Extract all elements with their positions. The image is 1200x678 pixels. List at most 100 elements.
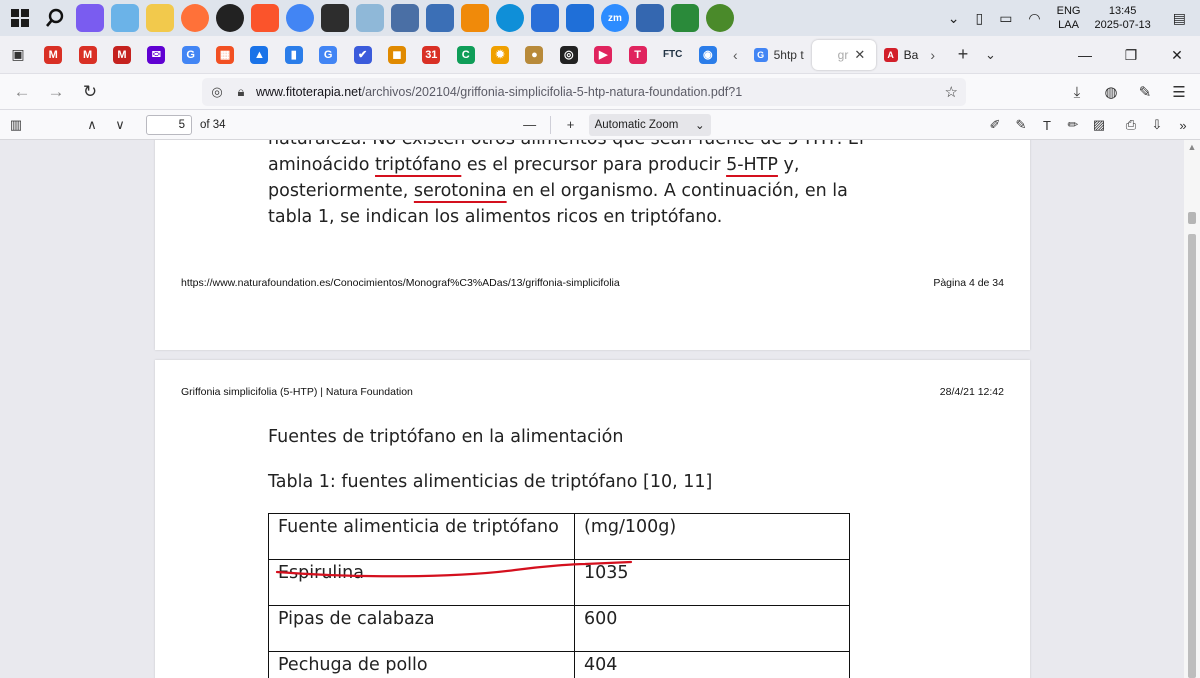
- remote-icon[interactable]: [636, 4, 664, 32]
- chrome-icon[interactable]: [286, 4, 314, 32]
- menu-icon[interactable]: ☰: [1162, 83, 1196, 101]
- extensions-icon[interactable]: ✎: [1128, 83, 1162, 101]
- address-bar[interactable]: ◎ 🔒︎ www.fitoterapia.net/archivos/202104…: [202, 78, 966, 106]
- google-bookmark-1[interactable]: G: [181, 45, 200, 64]
- google-bookmark-2[interactable]: G: [319, 45, 338, 64]
- notifications-icon[interactable]: ▤: [1173, 10, 1186, 27]
- sun-bookmark[interactable]: ✹: [491, 45, 510, 64]
- gmail-bookmark-1[interactable]: M: [44, 45, 63, 64]
- gmail-bookmark-2[interactable]: M: [78, 45, 97, 64]
- text-tool-icon[interactable]: T: [1034, 118, 1060, 133]
- battery-icon[interactable]: ▭: [999, 10, 1012, 27]
- list-tabs-icon[interactable]: ⌄: [985, 47, 996, 63]
- highlight-icon[interactable]: ✎: [1008, 117, 1034, 133]
- clock[interactable]: 13:45 2025-07-13: [1094, 4, 1150, 32]
- firefox-icon[interactable]: [181, 4, 209, 32]
- phone-link-icon[interactable]: ▯: [975, 10, 983, 27]
- page-number-input[interactable]: 5: [146, 114, 192, 135]
- yahoo-mail-bookmark[interactable]: ✉: [147, 45, 166, 64]
- image-icon[interactable]: ▨: [1086, 117, 1112, 133]
- text-run: aminoácido: [268, 155, 376, 175]
- tab-active-pdf[interactable]: gr ✕: [811, 39, 876, 70]
- lock-icon[interactable]: 🔒︎: [232, 84, 250, 100]
- ftc-bookmark[interactable]: FTC: [663, 46, 682, 64]
- copilot-icon[interactable]: [76, 4, 104, 32]
- new-tab-icon[interactable]: +: [949, 44, 977, 65]
- reload-icon[interactable]: ↻: [74, 76, 106, 108]
- wifi-icon[interactable]: ◠: [1028, 10, 1040, 27]
- footer-page-number: Pàgina 4 de 34: [933, 277, 1004, 289]
- zoom-icon[interactable]: zm: [601, 4, 629, 32]
- paint-icon[interactable]: [111, 4, 139, 32]
- zoom-in-icon[interactable]: +: [557, 117, 585, 132]
- clock-time: 13:45: [1108, 5, 1137, 17]
- downloads-icon[interactable]: ⤓: [1060, 84, 1094, 101]
- print-icon[interactable]: ⎙: [1118, 117, 1144, 133]
- sidebar-toggle-icon[interactable]: ▥: [2, 117, 30, 133]
- scroll-thumb[interactable]: [1188, 234, 1196, 678]
- openai-bookmark[interactable]: ◎: [559, 45, 578, 64]
- earth-bookmark[interactable]: ◉: [698, 45, 717, 64]
- calendar-bookmark[interactable]: 31: [422, 45, 441, 64]
- lang-code: ENG: [1056, 5, 1081, 17]
- tabs-scroll-right-icon[interactable]: ›: [930, 47, 935, 63]
- minimize-icon[interactable]: —: [1062, 47, 1108, 63]
- network-icon[interactable]: [426, 4, 454, 32]
- record-icon[interactable]: [216, 4, 244, 32]
- zoom-out-icon[interactable]: —: [516, 117, 544, 132]
- check-bookmark[interactable]: ✔: [353, 45, 372, 64]
- upload-icon[interactable]: [531, 4, 559, 32]
- edge-icon[interactable]: [496, 4, 524, 32]
- maximize-icon[interactable]: ❐: [1108, 47, 1154, 64]
- page-footer: https://www.naturafoundation.es/Conocimi…: [181, 277, 1004, 289]
- brave-icon[interactable]: [251, 4, 279, 32]
- scroll-up-icon[interactable]: ▲: [1184, 142, 1200, 152]
- c-bookmark[interactable]: C: [456, 45, 475, 64]
- microsoft-bookmark[interactable]: ▦: [216, 45, 235, 64]
- previous-page-icon[interactable]: ∧: [78, 117, 106, 133]
- store-icon[interactable]: [566, 4, 594, 32]
- close-tab-icon[interactable]: ✕: [854, 47, 865, 63]
- bookmark-star-icon[interactable]: ☆: [945, 83, 958, 101]
- table-cell: 404: [574, 651, 850, 678]
- cookie-bookmark[interactable]: ●: [525, 45, 544, 64]
- save-icon[interactable]: ⇩: [1144, 117, 1170, 133]
- tab-ba[interactable]: A Ba: [876, 40, 927, 70]
- back-icon[interactable]: ←: [6, 76, 38, 108]
- vertical-scrollbar[interactable]: ▲: [1184, 140, 1200, 678]
- play-bookmark[interactable]: ▶: [594, 45, 613, 64]
- vlc-icon[interactable]: [461, 4, 489, 32]
- language-indicator[interactable]: ENG LAA: [1057, 4, 1081, 32]
- draw-icon[interactable]: ✏: [1060, 117, 1086, 133]
- edit-pdf-icon[interactable]: ✐: [982, 117, 1008, 133]
- windows-start-icon[interactable]: [6, 4, 34, 32]
- forward-icon[interactable]: →: [40, 76, 72, 108]
- url-text: www.fitoterapia.net/archivos/202104/grif…: [256, 85, 742, 99]
- pdf-page-4: naturaleza. No existen otros alimentos q…: [155, 140, 1030, 350]
- notes-icon[interactable]: [356, 4, 384, 32]
- t-bookmark[interactable]: T: [628, 45, 647, 64]
- next-page-icon[interactable]: ∨: [106, 117, 134, 133]
- pin-bookmark[interactable]: ▮: [284, 45, 303, 64]
- zoom-select-value: Automatic Zoom: [594, 118, 679, 131]
- calculator-icon[interactable]: [391, 4, 419, 32]
- site-info-icon[interactable]: ◎: [208, 84, 226, 100]
- drive-bookmark[interactable]: ▲: [250, 45, 269, 64]
- tabs-scroll-left-icon[interactable]: ‹: [733, 47, 738, 63]
- flag-icon[interactable]: [671, 4, 699, 32]
- terminal-icon[interactable]: [321, 4, 349, 32]
- account-icon[interactable]: ◍: [1094, 83, 1128, 101]
- chevron-up-icon[interactable]: ⌄: [948, 10, 960, 27]
- zoom-select[interactable]: Automatic Zoom ⌄: [588, 113, 711, 136]
- globe-icon[interactable]: [706, 4, 734, 32]
- tab-overview-icon[interactable]: ▣: [0, 36, 36, 74]
- close-window-icon[interactable]: ✕: [1154, 47, 1200, 64]
- search-icon[interactable]: [41, 4, 69, 32]
- file-explorer-icon[interactable]: [146, 4, 174, 32]
- gmail-bookmark-3[interactable]: M: [112, 45, 131, 64]
- tab-5htp[interactable]: G 5htp t: [746, 40, 812, 70]
- pdf-viewport[interactable]: naturaleza. No existen otros alimentos q…: [0, 140, 1184, 678]
- footer-url: https://www.naturafoundation.es/Conocimi…: [181, 277, 620, 289]
- more-tools-icon[interactable]: »: [1170, 118, 1196, 133]
- bag-bookmark[interactable]: ◼: [387, 45, 406, 64]
